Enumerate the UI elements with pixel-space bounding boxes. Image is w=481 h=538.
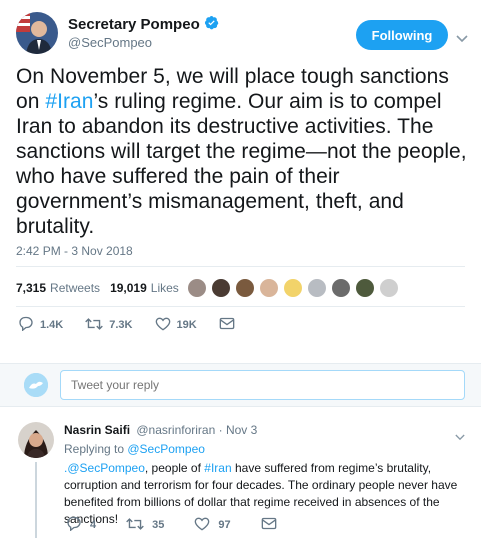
reply-author-avatar[interactable] (18, 422, 54, 458)
chevron-down-icon[interactable] (456, 30, 468, 48)
reply-reply-count: 4 (90, 519, 97, 531)
likes-stat[interactable]: 19,019 Likes (110, 281, 179, 295)
liker-avatar[interactable] (356, 279, 374, 297)
liker-avatar[interactable] (380, 279, 398, 297)
reply-action[interactable]: 1.4K (18, 316, 63, 334)
author-avatar[interactable] (16, 12, 58, 54)
verified-badge-icon (204, 15, 219, 34)
liker-avatar[interactable] (332, 279, 350, 297)
heart-icon (155, 317, 171, 334)
hashtag-link[interactable]: #Iran (45, 90, 93, 113)
retweet-icon (126, 517, 144, 534)
replying-to-label: Replying to (64, 442, 128, 456)
retweets-count: 7,315 (16, 281, 47, 295)
reply-input[interactable] (60, 370, 465, 400)
envelope-icon (219, 317, 235, 333)
liker-avatar[interactable] (284, 279, 302, 297)
like-count: 19K (176, 319, 197, 331)
replying-to-link[interactable]: @SecPompeo (127, 442, 205, 456)
retweet-icon (85, 317, 104, 334)
retweet-count: 7.3K (109, 319, 133, 331)
likes-count: 19,019 (110, 281, 147, 295)
liker-avatar[interactable] (236, 279, 254, 297)
liker-avatar[interactable] (260, 279, 278, 297)
heart-icon (194, 517, 210, 534)
like-action[interactable]: 97 (194, 517, 231, 534)
retweets-label: Retweets (50, 281, 101, 295)
liker-avatars (188, 270, 398, 306)
hashtag-link[interactable]: #Iran (204, 461, 231, 475)
tweet-header: Secretary Pompeo @SecPompeo Following (16, 12, 471, 56)
reply-date[interactable]: · Nov 3 (219, 423, 258, 437)
chevron-down-icon[interactable] (455, 428, 465, 446)
reply-icon (66, 516, 82, 534)
liker-avatar[interactable] (308, 279, 326, 297)
tweet-timestamp[interactable]: 2:42 PM - 3 Nov 2018 (16, 244, 133, 258)
following-button[interactable]: Following (356, 20, 448, 50)
reply-author-name[interactable]: Nasrin Saifi (64, 423, 130, 437)
reply-retweet-count: 35 (152, 519, 165, 531)
reply-tweet: Nasrin Saifi @nasrinforiran · Nov 3 Repl… (0, 408, 481, 538)
reply-text-part-1: , people of (144, 461, 205, 475)
retweet-action[interactable]: 35 (126, 517, 164, 534)
tweet-text: On November 5, we will place tough sanct… (16, 64, 471, 239)
author-name[interactable]: Secretary Pompeo (68, 16, 200, 33)
retweet-action[interactable]: 7.3K (85, 317, 133, 334)
tweet-actions: 1.4K 7.3K 19K (18, 315, 257, 335)
envelope-icon (261, 517, 277, 533)
mention-link[interactable]: .@SecPompeo (64, 461, 145, 475)
reply-like-count: 97 (218, 519, 231, 531)
reply-composer (0, 363, 481, 407)
retweets-stat[interactable]: 7,315 Retweets (16, 281, 100, 295)
tweet-stats: 7,315 Retweets 19,019 Likes (16, 270, 471, 306)
reply-author-handle[interactable]: @nasrinforiran (136, 423, 215, 437)
direct-message-action[interactable] (261, 517, 277, 533)
liker-avatar[interactable] (188, 279, 206, 297)
replying-to: Replying to @SecPompeo (64, 442, 205, 456)
direct-message-action[interactable] (219, 317, 235, 333)
reply-header: Nasrin Saifi @nasrinforiran · Nov 3 (64, 423, 257, 437)
reply-count: 1.4K (40, 319, 64, 331)
like-action[interactable]: 19K (155, 317, 197, 334)
thread-line (35, 462, 37, 538)
author-handle[interactable]: @SecPompeo (68, 35, 152, 50)
divider (16, 306, 465, 307)
likes-label: Likes (150, 281, 179, 295)
reply-icon (18, 316, 34, 334)
reply-action[interactable]: 4 (66, 516, 96, 534)
divider (16, 266, 465, 267)
author-name-row[interactable]: Secretary Pompeo (68, 15, 219, 34)
reply-actions: 4 35 97 (66, 516, 307, 534)
current-user-avatar (24, 373, 48, 397)
liker-avatar[interactable] (212, 279, 230, 297)
